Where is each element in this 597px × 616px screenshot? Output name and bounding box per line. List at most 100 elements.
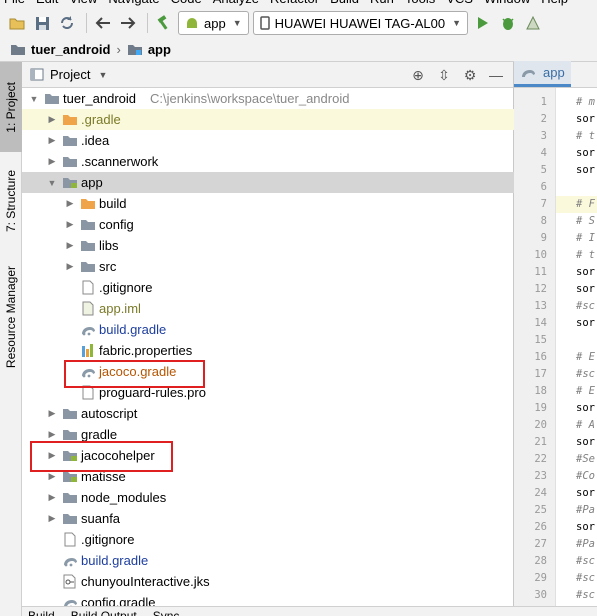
menu-item[interactable]: Refactor	[270, 0, 319, 7]
toolbar-separator	[86, 13, 87, 33]
open-folder-icon[interactable]	[6, 12, 28, 34]
tree-item[interactable]: chunyouInteractive.jks	[22, 571, 514, 592]
project-panel: Project ▼ ⊕ ⇳ ⚙ — ▼ tuer_android C:\jenkin…	[22, 62, 514, 616]
line-number: 15	[534, 334, 547, 346]
tree-item-label: fabric.properties	[99, 343, 193, 358]
expand-arrow-icon[interactable]: ▶	[46, 429, 58, 440]
tree-item[interactable]: fabric.properties	[22, 340, 514, 361]
bottom-tab[interactable]: Build Output	[71, 607, 137, 616]
debug-icon[interactable]	[497, 12, 519, 34]
tree-item[interactable]: ▶ build	[22, 193, 514, 214]
code-view[interactable]: # m sor # t sor sor # F # S # I # t sor sor #sc sor #…	[556, 88, 597, 616]
project-panel-header: Project ▼ ⊕ ⇳ ⚙ —	[22, 62, 513, 88]
module-folder-icon	[62, 175, 78, 191]
chevron-down-icon[interactable]: ▼	[98, 70, 107, 80]
line-number: 1	[540, 96, 547, 108]
file-icon	[80, 280, 96, 296]
tab-project[interactable]: 1: Project	[0, 62, 22, 152]
tree-item[interactable]: ▶ libs	[22, 235, 514, 256]
line-number: 21	[534, 436, 547, 448]
breadcrumb-separator: ›	[116, 42, 121, 57]
bottom-tab[interactable]: Build	[28, 607, 55, 616]
tree-item-label: node_modules	[81, 490, 167, 505]
expand-arrow-icon[interactable]: ▶	[46, 114, 58, 125]
settings-gear-icon[interactable]: ⚙	[461, 65, 479, 85]
expand-arrow-icon[interactable]: ▶	[46, 492, 58, 503]
code-line: sor	[576, 164, 595, 176]
folder-icon	[62, 154, 78, 170]
device-select[interactable]: HUAWEI HUAWEI TAG-AL00 ▼	[252, 11, 469, 35]
expand-arrow-icon[interactable]: ▶	[46, 408, 58, 419]
tab-resource-manager[interactable]: Resource Manager	[0, 258, 22, 376]
menu-item[interactable]: Navigate	[108, 0, 159, 7]
tree-item[interactable]: ▶ .scannerwork	[22, 151, 514, 172]
forward-arrow-icon[interactable]	[117, 12, 139, 34]
tree-item[interactable]: build.gradle	[22, 550, 514, 571]
tree-item[interactable]: .gitignore	[22, 277, 514, 298]
run-config-select[interactable]: app ▼	[178, 11, 249, 35]
back-arrow-icon[interactable]	[92, 12, 114, 34]
save-icon[interactable]	[31, 12, 53, 34]
menu-item[interactable]: Window	[484, 0, 530, 7]
collapse-all-icon[interactable]: ⇳	[435, 65, 453, 85]
menu-item[interactable]: Build	[330, 0, 359, 7]
expand-arrow-icon[interactable]: ▶	[46, 156, 58, 167]
menu-item[interactable]: Analyze	[213, 0, 259, 7]
menu-item[interactable]: View	[69, 0, 97, 7]
left-tool-stripe: 1: Project 7: Structure Resource Manager	[0, 62, 22, 616]
run-icon[interactable]	[472, 12, 494, 34]
expand-arrow-icon[interactable]: ▶	[64, 198, 76, 209]
profile-icon[interactable]	[522, 12, 544, 34]
locate-target-icon[interactable]: ⊕	[409, 65, 427, 85]
tree-item[interactable]: app.iml	[22, 298, 514, 319]
collapse-arrow-icon[interactable]: ▼	[46, 178, 58, 188]
code-line: #Pa	[576, 538, 595, 550]
android-icon	[187, 18, 197, 28]
hide-panel-icon[interactable]: —	[487, 65, 505, 85]
menu-item[interactable]: Help	[541, 0, 568, 7]
bottom-tab[interactable]: Sync	[153, 607, 180, 616]
expand-arrow-icon[interactable]: ▶	[46, 135, 58, 146]
menu-item[interactable]: Run	[370, 0, 394, 7]
expand-arrow-icon[interactable]: ▶	[64, 219, 76, 230]
menu-item[interactable]: Code	[171, 0, 202, 7]
collapse-arrow-icon[interactable]: ▼	[28, 94, 40, 104]
code-line: sor	[576, 283, 595, 295]
tree-item[interactable]: ▶ autoscript	[22, 403, 514, 424]
tree-item[interactable]: ▶ src	[22, 256, 514, 277]
menu-item[interactable]: Tools	[405, 0, 435, 7]
project-panel-title[interactable]: Project	[50, 67, 90, 82]
tab-structure[interactable]: 7: Structure	[0, 158, 22, 244]
tree-item[interactable]: build.gradle	[22, 319, 514, 340]
tree-item[interactable]: ▶ .idea	[22, 130, 514, 151]
toolbar-separator	[147, 13, 148, 33]
expand-arrow-icon[interactable]: ▶	[46, 471, 58, 482]
tree-item[interactable]: ▶ node_modules	[22, 487, 514, 508]
code-line: # t	[576, 249, 595, 261]
tree-item[interactable]: ▶ .gradle	[22, 109, 514, 130]
expand-arrow-icon[interactable]: ▶	[64, 261, 76, 272]
hammer-build-icon[interactable]	[153, 12, 175, 34]
code-line: # m	[576, 96, 595, 108]
gradle-icon	[80, 322, 96, 338]
tree-item-label: build.gradle	[81, 553, 149, 568]
breadcrumb-project[interactable]: tuer_android	[10, 42, 110, 57]
line-number: 8	[540, 215, 547, 227]
sync-icon[interactable]	[56, 12, 78, 34]
folder-icon	[62, 490, 78, 506]
tree-item[interactable]: ▶ config	[22, 214, 514, 235]
breadcrumb-module[interactable]: app	[127, 42, 171, 57]
editor-tab-app[interactable]: app	[514, 61, 571, 87]
tree-item[interactable]: ▼ tuer_android C:\jenkins\workspace\tuer_a…	[22, 88, 514, 109]
tree-item[interactable]: ▼ app	[22, 172, 514, 193]
project-view-icon	[30, 68, 44, 81]
tab-structure-label: 7: Structure	[4, 169, 18, 233]
menu-item[interactable]: File	[4, 0, 25, 7]
expand-arrow-icon[interactable]: ▶	[46, 513, 58, 524]
expand-arrow-icon[interactable]: ▶	[64, 240, 76, 251]
menu-item[interactable]: VCS	[446, 0, 473, 7]
tree-item[interactable]: ▶ suanfa	[22, 508, 514, 529]
menu-item[interactable]: Edit	[36, 0, 58, 7]
tree-item[interactable]: .gitignore	[22, 529, 514, 550]
